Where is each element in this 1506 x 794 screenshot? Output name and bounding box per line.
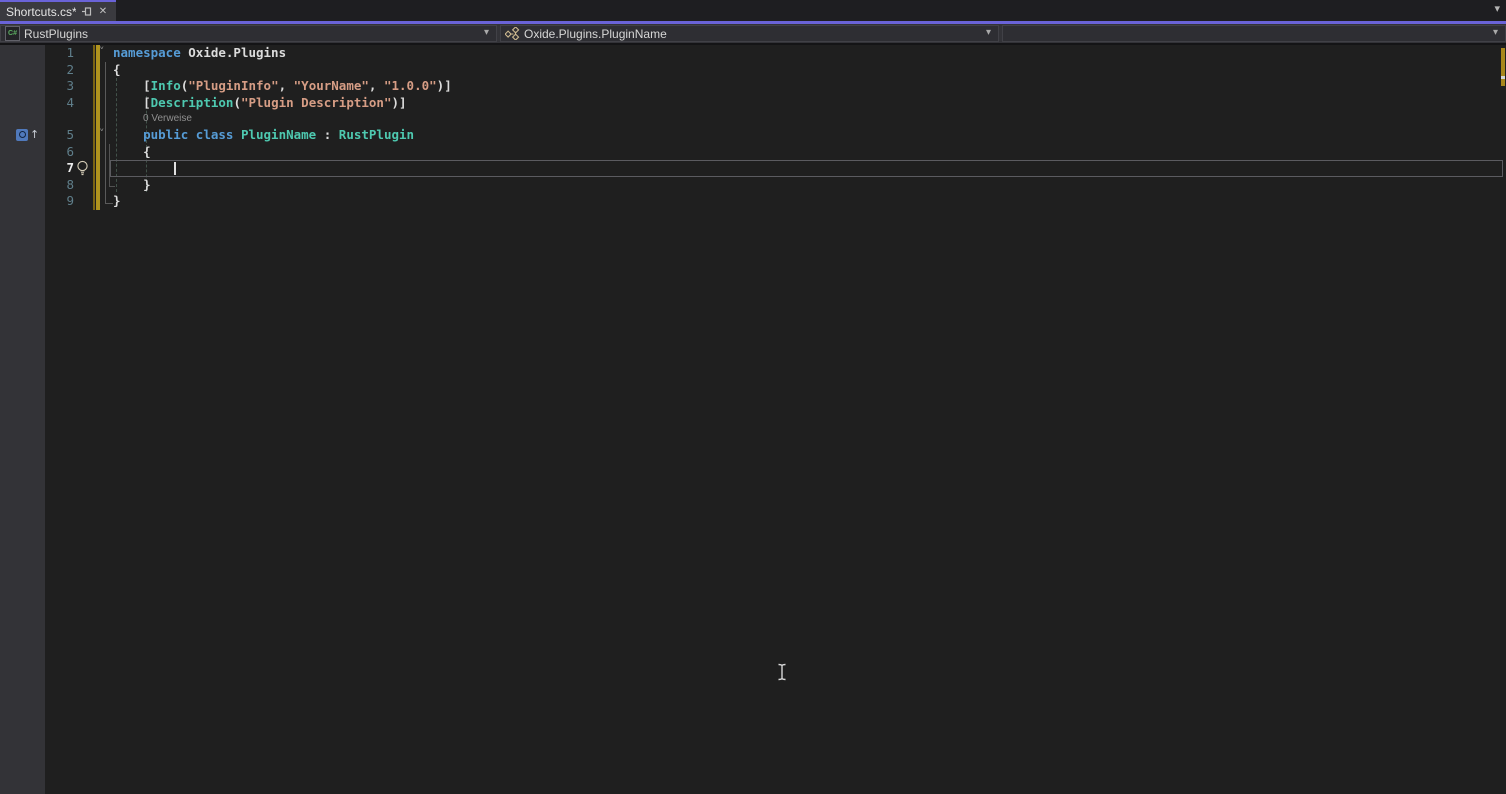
line-number: 4 — [0, 95, 74, 110]
code-text: } — [113, 177, 151, 192]
code-line-9[interactable]: 9} — [0, 193, 1506, 210]
tab-shortcuts-cs[interactable]: Shortcuts.cs* ✕ — [0, 0, 116, 21]
margin-marker-line5[interactable]: ↑ — [16, 128, 39, 141]
type-dropdown-label: Oxide.Plugins.PluginName — [524, 27, 667, 41]
tab-title: Shortcuts.cs* — [6, 5, 76, 19]
code-text: { — [113, 144, 151, 159]
code-text: { — [113, 62, 121, 77]
code-line-7[interactable]: 7 — [0, 160, 1506, 177]
fold-chevron-icon[interactable]: ˅ — [99, 45, 105, 58]
code-lines: 1˅namespace Oxide.Plugins2{3 [Info("Plug… — [0, 45, 1506, 210]
pin-icon[interactable] — [79, 5, 93, 19]
close-icon[interactable]: ✕ — [96, 5, 110, 19]
code-line-6[interactable]: 6 { — [0, 144, 1506, 161]
line-number: 7 — [0, 160, 74, 175]
chevron-down-icon[interactable]: ▾ — [986, 27, 991, 38]
code-text: [Info("PluginInfo", "YourName", "1.0.0")… — [113, 78, 452, 93]
marker-circle-icon — [16, 129, 28, 141]
codelens-references[interactable]: 0 Verweise — [143, 113, 192, 124]
tab-list-dropdown-icon[interactable]: ▾ — [1494, 2, 1500, 15]
mouse-cursor-ibeam — [776, 663, 788, 685]
code-line-8[interactable]: 8 } — [0, 177, 1506, 194]
navigation-bar: C# RustPlugins ▾ Oxide.Plugins.PluginNam… — [0, 24, 1506, 45]
line-number: 8 — [0, 177, 74, 192]
project-dropdown[interactable]: C# RustPlugins ▾ — [0, 25, 497, 42]
line-number: 2 — [0, 62, 74, 77]
line-number: 3 — [0, 78, 74, 93]
scrollbar-caret-marker — [1501, 76, 1505, 79]
code-text: } — [113, 193, 121, 208]
code-line-4[interactable]: 4 [Description("Plugin Description")] — [0, 95, 1506, 112]
type-dropdown[interactable]: Oxide.Plugins.PluginName ▾ — [500, 25, 999, 42]
code-line-1[interactable]: 1 ˅ namespace Oxide.Plugins — [0, 45, 1506, 62]
code-text: namespace Oxide.Plugins — [113, 45, 286, 60]
code-line-3[interactable]: 3 [Info("PluginInfo", "YourName", "1.0.0… — [0, 78, 1506, 95]
fold-chevron-icon[interactable]: ˅ — [99, 127, 105, 140]
vertical-scrollbar[interactable] — [1499, 45, 1506, 794]
chevron-down-icon[interactable]: ▾ — [1493, 27, 1498, 38]
chevron-down-icon[interactable]: ▾ — [484, 27, 489, 38]
codelens-row: 0 Verweise — [0, 111, 1506, 127]
code-text: public class PluginName : RustPlugin — [113, 127, 414, 142]
arrow-up-icon: ↑ — [30, 128, 39, 141]
member-dropdown[interactable]: ▾ — [1002, 25, 1506, 42]
line-number: 6 — [0, 144, 74, 159]
line-number: 9 — [0, 193, 74, 208]
code-text: [Description("Plugin Description")] — [113, 95, 407, 110]
class-icon — [505, 27, 520, 40]
scrollbar-change-marker — [1501, 48, 1505, 86]
code-line-2[interactable]: 2{ — [0, 62, 1506, 79]
line-number: 1 — [0, 45, 74, 60]
csharp-project-icon: C# — [5, 26, 20, 41]
lightbulb-icon[interactable] — [76, 160, 89, 180]
code-editor[interactable]: 1˅namespace Oxide.Plugins2{3 [Info("Plug… — [0, 45, 1506, 794]
project-dropdown-label: RustPlugins — [24, 27, 88, 41]
code-line-5[interactable]: 5˅ public class PluginName : RustPlugin — [0, 127, 1506, 144]
document-tab-bar: Shortcuts.cs* ✕ ▾ — [0, 0, 1506, 21]
vs-editor-window: Shortcuts.cs* ✕ ▾ C# RustPlugins ▾ — [0, 0, 1506, 794]
